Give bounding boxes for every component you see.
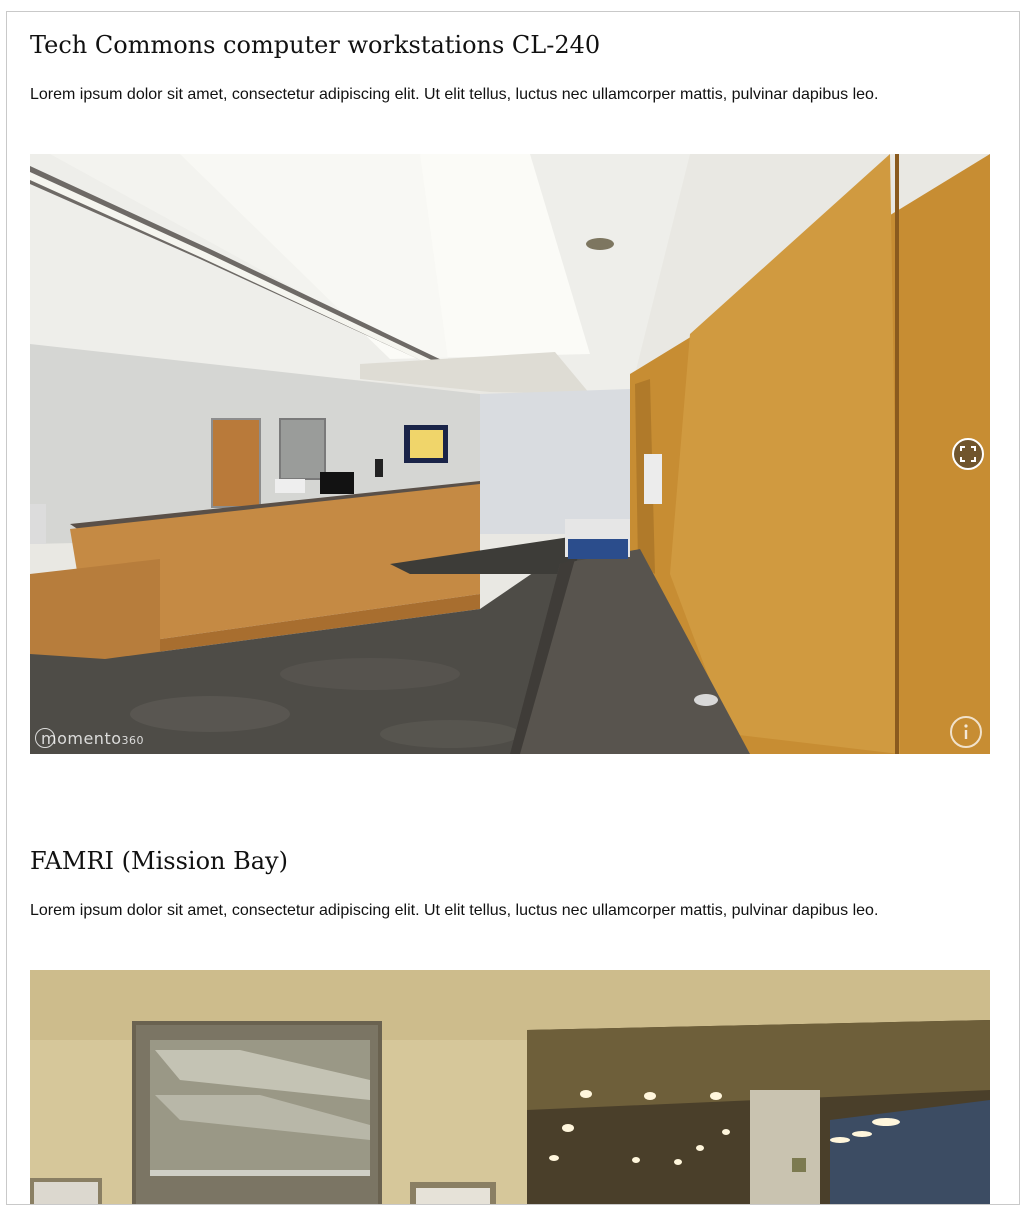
page-frame: Tech Commons computer workstations CL-24…: [6, 11, 1020, 1205]
panorama-viewer[interactable]: momento360: [30, 154, 990, 754]
section-title: Tech Commons computer workstations CL-24…: [30, 31, 601, 59]
section-description: Lorem ipsum dolor sit amet, consectetur …: [30, 86, 879, 103]
panorama-image: [30, 970, 990, 1204]
panorama-image: [30, 154, 990, 754]
section-description: Lorem ipsum dolor sit amet, consectetur …: [30, 902, 879, 919]
section-tech-commons: Tech Commons computer workstations CL-24…: [30, 30, 990, 754]
section-title: FAMRI (Mission Bay): [30, 847, 288, 875]
fullscreen-button[interactable]: [952, 438, 984, 470]
viewer-brand-logo[interactable]: momento360: [35, 728, 144, 748]
fullscreen-icon: [960, 446, 976, 462]
info-icon: [964, 724, 968, 739]
panorama-viewer[interactable]: [30, 970, 990, 1204]
section-famri: FAMRI (Mission Bay) Lorem ipsum dolor si…: [30, 846, 990, 1204]
info-button[interactable]: [950, 716, 982, 748]
